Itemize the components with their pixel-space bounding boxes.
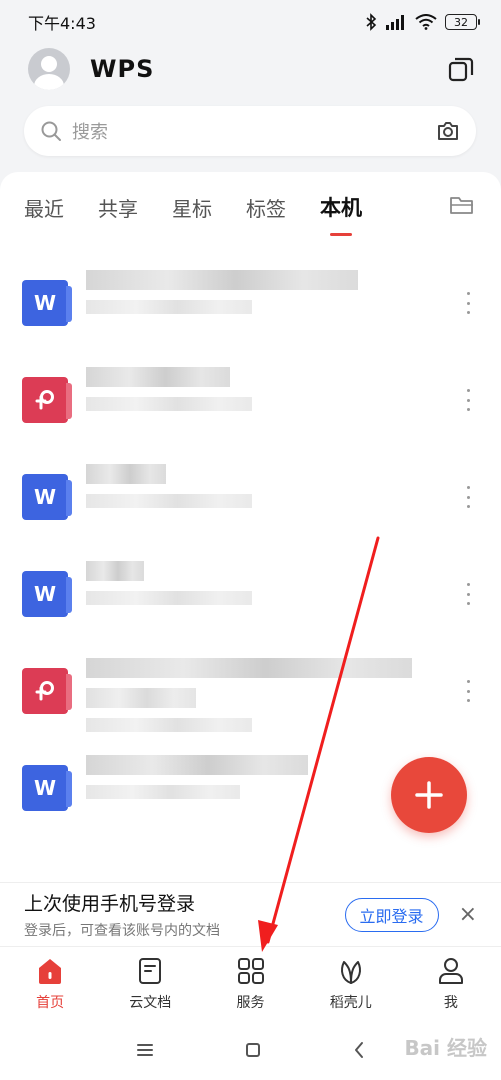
pdf-glyph-icon xyxy=(35,390,54,410)
file-tabs: 最近 共享 星标 标签 本机 xyxy=(0,172,501,242)
folder-icon[interactable] xyxy=(449,194,475,216)
more-options-icon[interactable] xyxy=(465,292,471,314)
back-icon[interactable] xyxy=(353,1041,365,1059)
battery-indicator: 32 xyxy=(445,14,480,30)
list-item[interactable] xyxy=(0,349,501,446)
nav-home-label: 首页 xyxy=(36,994,65,1011)
nav-cloud-docs[interactable]: 云文档 xyxy=(100,947,200,1020)
camera-icon[interactable] xyxy=(436,120,460,142)
nav-services[interactable]: 服务 xyxy=(200,947,300,1020)
status-bar: 下午4:43 32 xyxy=(0,0,501,44)
file-meta xyxy=(86,270,501,324)
close-icon[interactable]: × xyxy=(459,902,477,927)
file-name-redacted xyxy=(86,367,230,387)
nav-docer[interactable]: 稻壳儿 xyxy=(301,947,401,1020)
word-file-icon: W xyxy=(22,765,72,811)
login-subtitle: 登录后，可查看该账号内的文档 xyxy=(24,923,220,939)
more-options-icon[interactable] xyxy=(465,486,471,508)
tab-recent[interactable]: 最近 xyxy=(24,193,64,222)
pdf-file-icon xyxy=(22,377,72,423)
signal-icon xyxy=(386,15,404,30)
wifi-icon xyxy=(415,14,437,30)
nav-cloud-docs-label: 云文档 xyxy=(129,994,172,1011)
word-file-icon: W xyxy=(22,280,72,326)
file-info-redacted xyxy=(86,300,252,314)
more-options-icon[interactable] xyxy=(465,680,471,702)
file-meta xyxy=(86,561,501,615)
bluetooth-icon xyxy=(366,13,377,31)
login-text: 上次使用手机号登录 登录后，可查看该账号内的文档 xyxy=(24,889,345,940)
more-options-icon[interactable] xyxy=(465,389,471,411)
search-bar[interactable]: 搜索 xyxy=(24,106,476,156)
avatar[interactable] xyxy=(28,48,70,90)
word-file-icon: W xyxy=(22,474,72,520)
status-icons: 32 xyxy=(365,13,480,31)
word-file-icon: W xyxy=(22,571,72,617)
file-meta xyxy=(86,367,501,421)
grid-icon xyxy=(237,957,264,984)
plus-icon xyxy=(415,781,443,809)
nav-me[interactable]: 我 xyxy=(401,947,501,1020)
file-list: W W W W xyxy=(0,252,501,834)
file-name-redacted xyxy=(86,561,144,581)
file-name-redacted xyxy=(86,658,412,678)
status-time: 下午4:43 xyxy=(28,14,96,33)
list-item[interactable]: W xyxy=(0,543,501,640)
file-info-redacted xyxy=(86,591,252,605)
file-info-redacted xyxy=(86,718,252,732)
nav-me-label: 我 xyxy=(443,994,458,1011)
more-options-icon[interactable] xyxy=(465,583,471,605)
pdf-glyph-icon xyxy=(35,681,54,701)
list-item[interactable]: W xyxy=(0,252,501,349)
login-now-button[interactable]: 立即登录 xyxy=(344,897,439,932)
login-banner: 上次使用手机号登录 登录后，可查看该账号内的文档 立即登录 × xyxy=(0,882,501,946)
search-input[interactable]: 搜索 xyxy=(72,118,436,144)
file-info-redacted xyxy=(86,494,252,508)
tab-local[interactable]: 本机 xyxy=(320,192,362,236)
wps-logo: WPS xyxy=(90,55,155,83)
file-meta xyxy=(86,658,501,742)
file-name-line2-redacted xyxy=(86,688,196,708)
person-icon xyxy=(438,957,463,984)
leaf-icon xyxy=(340,960,361,984)
document-icon xyxy=(139,957,162,984)
file-name-redacted xyxy=(86,755,308,775)
file-info-redacted xyxy=(86,397,252,411)
multi-window-icon[interactable] xyxy=(447,55,475,83)
file-name-redacted xyxy=(86,270,358,290)
login-title: 上次使用手机号登录 xyxy=(24,893,196,915)
tab-tags[interactable]: 标签 xyxy=(246,193,286,222)
pdf-file-icon xyxy=(22,668,72,714)
app-header: WPS xyxy=(0,44,501,94)
watermark: Bai 经验 xyxy=(404,1036,487,1060)
list-item[interactable] xyxy=(0,640,501,737)
file-info-redacted xyxy=(86,785,240,799)
nav-home[interactable]: 首页 xyxy=(0,947,100,1020)
file-meta xyxy=(86,464,501,518)
add-new-button[interactable] xyxy=(391,757,467,833)
nav-docer-label: 稻壳儿 xyxy=(329,994,372,1011)
home-icon xyxy=(39,958,62,984)
file-name-redacted xyxy=(86,464,166,484)
tab-shared[interactable]: 共享 xyxy=(98,193,138,222)
search-icon xyxy=(41,121,61,141)
list-item[interactable]: W xyxy=(0,446,501,543)
tab-starred[interactable]: 星标 xyxy=(172,193,212,222)
bottom-nav: 首页 云文档 服务 稻壳儿 我 xyxy=(0,946,501,1020)
menu-icon[interactable] xyxy=(136,1043,154,1057)
nav-services-label: 服务 xyxy=(236,994,265,1011)
home-square-icon[interactable] xyxy=(245,1042,261,1058)
